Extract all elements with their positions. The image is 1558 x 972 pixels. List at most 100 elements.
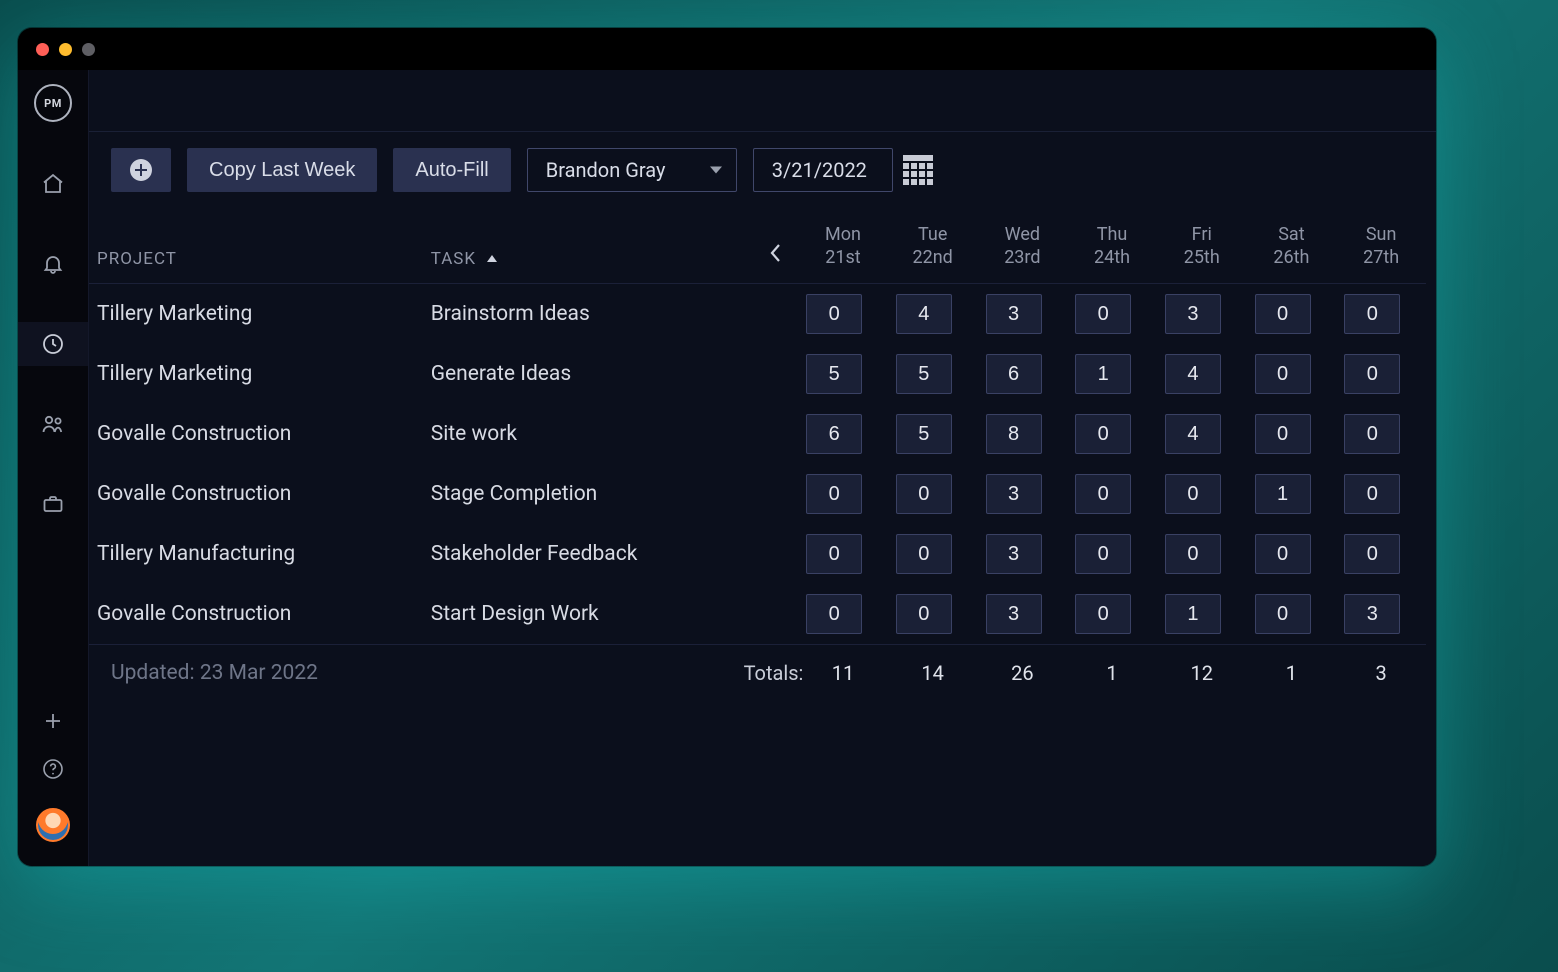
bell-icon bbox=[41, 252, 65, 276]
row-spacer bbox=[736, 524, 799, 584]
table-row: Tillery ManufacturingStakeholder Feedbac… bbox=[89, 524, 1426, 584]
table-row: Tillery MarketingGenerate Ideas bbox=[89, 344, 1426, 404]
hours-input[interactable] bbox=[896, 414, 952, 454]
hours-cell bbox=[1247, 584, 1337, 645]
hours-cell bbox=[1336, 284, 1426, 345]
hours-input[interactable] bbox=[1344, 534, 1400, 574]
hours-input[interactable] bbox=[806, 594, 862, 634]
hours-input[interactable] bbox=[1165, 414, 1221, 454]
auto-fill-button[interactable]: Auto-Fill bbox=[393, 148, 510, 192]
hours-input[interactable] bbox=[896, 294, 952, 334]
hours-cell bbox=[798, 524, 888, 584]
updated-label: Updated: 23 Mar 2022 bbox=[89, 645, 736, 702]
hours-cell bbox=[888, 404, 978, 464]
hours-input[interactable] bbox=[986, 594, 1042, 634]
window-zoom-dot[interactable] bbox=[82, 43, 95, 56]
hours-input[interactable] bbox=[806, 294, 862, 334]
hours-input[interactable] bbox=[1255, 534, 1311, 574]
row-spacer bbox=[736, 344, 799, 404]
window-minimize-dot[interactable] bbox=[59, 43, 72, 56]
app-logo-text: PM bbox=[44, 97, 62, 110]
nav-projects[interactable] bbox=[18, 482, 88, 526]
col-day-6: Sun27th bbox=[1336, 206, 1426, 284]
hours-input[interactable] bbox=[1165, 474, 1221, 514]
user-select[interactable]: Brandon Gray bbox=[527, 148, 737, 192]
hours-input[interactable] bbox=[986, 534, 1042, 574]
row-spacer bbox=[736, 464, 799, 524]
hours-input[interactable] bbox=[806, 534, 862, 574]
hours-cell bbox=[1067, 584, 1157, 645]
hours-input[interactable] bbox=[1344, 354, 1400, 394]
hours-input[interactable] bbox=[896, 354, 952, 394]
row-spacer bbox=[736, 584, 799, 645]
hours-input[interactable] bbox=[1255, 294, 1311, 334]
hours-input[interactable] bbox=[1165, 534, 1221, 574]
hours-cell bbox=[1247, 344, 1337, 404]
prev-week-button[interactable] bbox=[762, 239, 790, 267]
nav-home[interactable] bbox=[18, 162, 88, 206]
sort-asc-icon bbox=[487, 255, 497, 262]
hours-input[interactable] bbox=[806, 474, 862, 514]
calendar-icon[interactable] bbox=[903, 155, 933, 185]
hours-cell bbox=[1336, 584, 1426, 645]
hours-cell bbox=[1247, 404, 1337, 464]
hours-cell bbox=[1247, 524, 1337, 584]
hours-input[interactable] bbox=[1255, 594, 1311, 634]
hours-input[interactable] bbox=[1075, 414, 1131, 454]
hours-input[interactable] bbox=[1165, 594, 1221, 634]
col-task-header[interactable]: TASK bbox=[423, 206, 736, 284]
hours-input[interactable] bbox=[986, 414, 1042, 454]
total-day-3: 1 bbox=[1067, 645, 1157, 702]
project-cell: Govalle Construction bbox=[89, 464, 423, 524]
hours-cell bbox=[1067, 404, 1157, 464]
task-cell: Brainstorm Ideas bbox=[423, 284, 736, 345]
copy-last-week-button[interactable]: Copy Last Week bbox=[187, 148, 377, 192]
hours-input[interactable] bbox=[1075, 354, 1131, 394]
hours-input[interactable] bbox=[986, 474, 1042, 514]
hours-input[interactable] bbox=[896, 594, 952, 634]
hours-input[interactable] bbox=[1344, 594, 1400, 634]
hours-input[interactable] bbox=[896, 474, 952, 514]
sidebar: PM bbox=[18, 70, 88, 866]
hours-input[interactable] bbox=[1255, 474, 1311, 514]
hours-input[interactable] bbox=[1344, 294, 1400, 334]
hours-input[interactable] bbox=[1344, 414, 1400, 454]
hours-input[interactable] bbox=[1344, 474, 1400, 514]
project-cell: Tillery Marketing bbox=[89, 284, 423, 345]
col-project-header[interactable]: PROJECT bbox=[89, 206, 423, 284]
hours-input[interactable] bbox=[1075, 534, 1131, 574]
hours-input[interactable] bbox=[1075, 474, 1131, 514]
hours-input[interactable] bbox=[806, 354, 862, 394]
hours-input[interactable] bbox=[896, 534, 952, 574]
hours-input[interactable] bbox=[1255, 354, 1311, 394]
hours-input[interactable] bbox=[806, 414, 862, 454]
nav-people[interactable] bbox=[18, 402, 88, 446]
hours-input[interactable] bbox=[1165, 354, 1221, 394]
table-row: Tillery MarketingBrainstorm Ideas bbox=[89, 284, 1426, 345]
nav-help[interactable] bbox=[18, 758, 88, 780]
user-avatar[interactable] bbox=[36, 808, 70, 842]
hours-cell bbox=[978, 284, 1068, 345]
window-close-dot[interactable] bbox=[36, 43, 49, 56]
week-date-input[interactable]: 3/21/2022 bbox=[753, 148, 893, 192]
hours-input[interactable] bbox=[1255, 414, 1311, 454]
hours-input[interactable] bbox=[1165, 294, 1221, 334]
hours-cell bbox=[798, 284, 888, 345]
totals-label: Totals: bbox=[736, 645, 799, 702]
nav-notifications[interactable] bbox=[18, 242, 88, 286]
help-icon bbox=[42, 758, 64, 780]
hours-input[interactable] bbox=[1075, 294, 1131, 334]
add-entry-button[interactable] bbox=[111, 148, 171, 192]
hours-input[interactable] bbox=[1075, 594, 1131, 634]
nav-add[interactable] bbox=[18, 712, 88, 730]
hours-cell bbox=[978, 404, 1068, 464]
hours-cell bbox=[978, 344, 1068, 404]
row-spacer bbox=[736, 404, 799, 464]
hours-input[interactable] bbox=[986, 294, 1042, 334]
col-day-4: Fri25th bbox=[1157, 206, 1247, 284]
task-cell: Start Design Work bbox=[423, 584, 736, 645]
hours-cell bbox=[798, 584, 888, 645]
hours-input[interactable] bbox=[986, 354, 1042, 394]
nav-timesheet[interactable] bbox=[18, 322, 88, 366]
task-cell: Stage Completion bbox=[423, 464, 736, 524]
